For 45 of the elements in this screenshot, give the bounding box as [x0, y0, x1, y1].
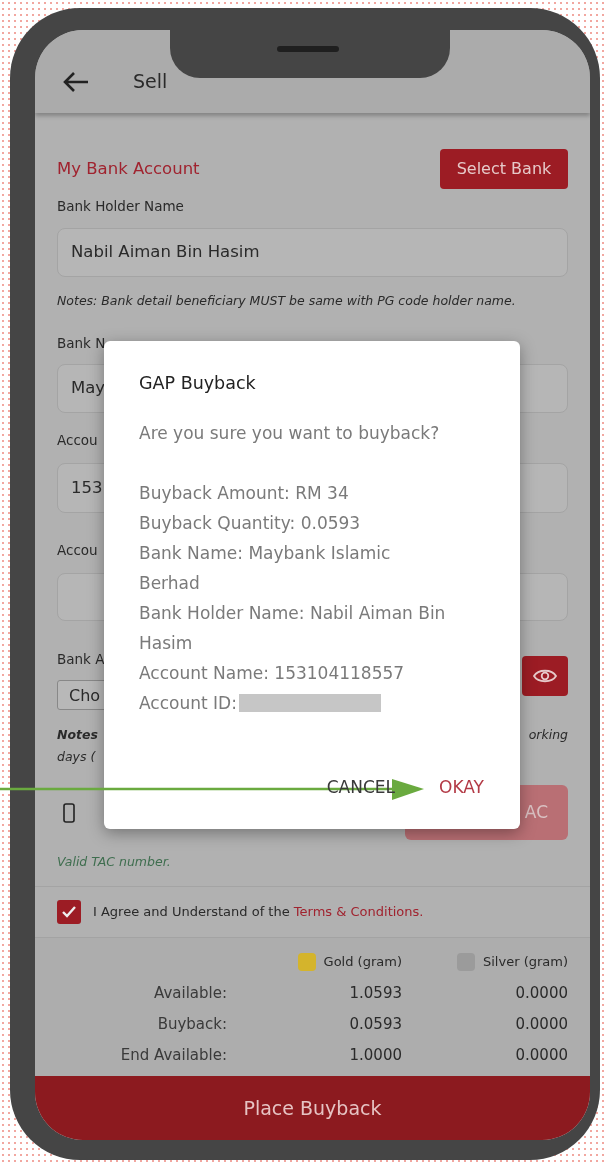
table-cell-text: 0.0593	[348, 1014, 402, 1036]
dialog-button[interactable]: OKAY	[439, 775, 484, 801]
field-label: Accou	[57, 432, 98, 448]
row-label: Buyback:	[156, 1014, 227, 1036]
detail-text: Bank Name: Maybank Islamic Berhad	[139, 543, 391, 593]
detail-text: Account Name: 153104118557	[139, 663, 405, 683]
select-bank-button[interactable]: Select Bank	[440, 149, 568, 189]
field-label: Bank Holder Name	[57, 198, 184, 214]
column-header: Gold (gram)	[323, 953, 402, 972]
field-label: Accou	[57, 542, 98, 558]
detail-text: Buyback Amount: RM 34	[139, 483, 349, 503]
validation-message: Valid TAC number.	[57, 854, 171, 869]
place-buyback-button[interactable]: Place Buyback	[35, 1076, 590, 1140]
dialog-message: Are you sure you want to buyback?	[139, 423, 440, 443]
terms-link[interactable]: Terms & Conditions.	[293, 904, 424, 920]
checkmark-icon	[61, 905, 77, 919]
speaker-slot	[277, 46, 339, 52]
eye-icon	[533, 668, 557, 684]
detail-text: Buyback Quantity: 0.0593	[139, 513, 361, 533]
detail-text: Bank Holder Name: Nabil Aiman Bin Hasim	[139, 603, 446, 653]
field-value: May	[71, 377, 106, 400]
back-icon[interactable]	[62, 70, 89, 93]
note-text: days (	[57, 749, 96, 764]
table-cell-text: 0.0000	[514, 1014, 568, 1036]
page-title: Sell	[133, 69, 168, 95]
table-cell-text: 1.0000	[348, 1045, 402, 1067]
note-text: orking	[528, 726, 568, 744]
table-cell-text: 0.0000	[514, 983, 568, 1005]
note-text: Notes: Bank detail beneficiary MUST be same with PG code holder name.	[57, 293, 516, 308]
table-cell-text: 0.0000	[514, 1045, 568, 1067]
holder-name-field[interactable]: Nabil Aiman Bin Hasim	[57, 228, 568, 277]
field-label: Bank A	[57, 651, 105, 667]
table-cell-text: 1.0593	[348, 983, 402, 1005]
show-password-button[interactable]	[522, 656, 568, 696]
dialog-title: GAP Buyback	[139, 373, 256, 393]
row-label: Available:	[153, 983, 227, 1005]
field-value: 153	[71, 476, 103, 499]
phone-icon	[63, 802, 75, 823]
field-label: Bank N	[57, 335, 106, 351]
column-header: Silver (gram)	[483, 953, 568, 972]
section-title: My Bank Account	[57, 157, 200, 180]
agreement-text: I Agree and Understand of the Terms & Conditions.	[93, 903, 424, 922]
row-label: End Available:	[119, 1045, 227, 1067]
note-text: Notes	[57, 726, 98, 744]
agree-checkbox[interactable]	[57, 900, 81, 924]
